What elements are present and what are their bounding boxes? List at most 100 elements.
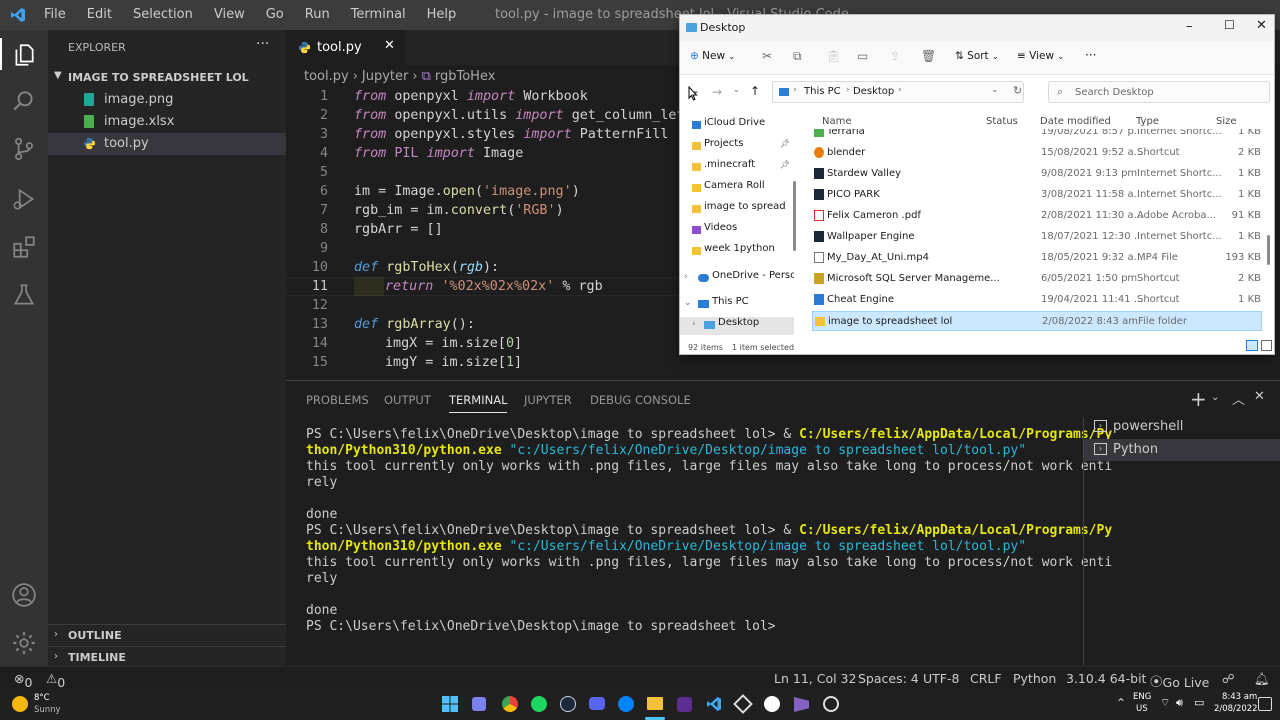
menu-selection[interactable]: Selection bbox=[133, 7, 193, 22]
terminal-item-python[interactable]: › Python bbox=[1084, 439, 1280, 461]
steam-icon[interactable] bbox=[560, 696, 576, 712]
volume-icon[interactable]: 🔊︎ bbox=[1176, 696, 1183, 710]
end-of-line[interactable]: CRLF bbox=[970, 671, 1002, 686]
language-mode[interactable]: Python bbox=[1013, 671, 1056, 686]
obs-icon[interactable] bbox=[823, 696, 839, 712]
column-type[interactable]: Type bbox=[1136, 116, 1159, 127]
file-row[interactable]: blender 15/08/2021 9:52 a... Shortcut 2 KB bbox=[812, 143, 1262, 163]
file-explorer-titlebar[interactable]: Desktop – ☐ ✕ bbox=[680, 15, 1274, 41]
tiles-view-icon[interactable] bbox=[1261, 340, 1272, 351]
new-button[interactable]: ⊕ New ⌄ bbox=[690, 50, 735, 62]
maximize-button[interactable]: ☐ bbox=[1224, 18, 1235, 32]
more-options-button[interactable]: ··· bbox=[1085, 48, 1096, 62]
menu-terminal[interactable]: Terminal bbox=[351, 7, 406, 22]
menu-help[interactable]: Help bbox=[427, 7, 457, 22]
menu-edit[interactable]: Edit bbox=[87, 7, 112, 22]
clock-time[interactable]: 8:43 am bbox=[1222, 692, 1257, 702]
tab-jupyter[interactable]: JUPYTER bbox=[524, 393, 572, 407]
windows-start-icon[interactable] bbox=[442, 696, 458, 712]
battery-icon[interactable]: ▭ bbox=[1194, 696, 1204, 709]
more-actions-icon[interactable]: ··· bbox=[256, 36, 269, 52]
source-control-icon[interactable] bbox=[11, 136, 37, 162]
column-name[interactable]: Name bbox=[822, 116, 852, 127]
share-icon[interactable]: ⇪ bbox=[890, 49, 900, 63]
chrome-icon[interactable] bbox=[502, 696, 518, 712]
indentation[interactable]: Spaces: 4 bbox=[858, 671, 919, 686]
up-arrow-icon[interactable]: ↑ bbox=[750, 84, 760, 98]
paste-icon[interactable]: 📋︎ bbox=[826, 49, 841, 63]
file-row[interactable]: Stardew Valley 9/08/2021 9:13 pm Internet … bbox=[812, 164, 1262, 184]
timeline-section[interactable]: › TIMELINE bbox=[48, 646, 286, 668]
file-row-selected[interactable]: image to spreadsheet lol 2/08/2022 8:43 a… bbox=[812, 311, 1262, 331]
chevron-down-icon[interactable]: ⌄ bbox=[991, 85, 999, 95]
breadcrumb-symbol[interactable]: rgbToHex bbox=[435, 69, 496, 84]
discord-icon[interactable] bbox=[589, 697, 605, 710]
tab-tool-py[interactable]: tool.py ✕ bbox=[286, 30, 406, 65]
rename-icon[interactable]: ▭ bbox=[857, 49, 868, 63]
keyboard-language[interactable]: ENG bbox=[1133, 692, 1151, 702]
path-desktop[interactable]: Desktop bbox=[853, 86, 894, 97]
recent-chevron-icon[interactable]: ⌄ bbox=[733, 85, 740, 94]
vscode-logo-icon[interactable] bbox=[10, 7, 26, 23]
account-icon[interactable] bbox=[11, 582, 37, 608]
notifications-bell-icon[interactable]: 🔔︎ bbox=[1254, 671, 1270, 687]
view-button[interactable]: ≡ View ⌄ bbox=[1017, 50, 1064, 62]
column-status[interactable]: Status bbox=[986, 116, 1018, 127]
file-row[interactable]: Terraria 19/08/2021 8:57 p... Internet Sho… bbox=[812, 129, 1262, 142]
errors-indicator[interactable]: ⊗ 0 bbox=[14, 671, 32, 690]
details-view-icon[interactable] bbox=[1246, 340, 1258, 351]
forward-arrow-icon[interactable]: → bbox=[712, 85, 722, 99]
breadcrumb-jupyter[interactable]: Jupyter bbox=[362, 69, 408, 84]
terminal-item-powershell[interactable]: › powershell bbox=[1084, 417, 1280, 439]
file-row[interactable]: PICO PARK 3/08/2021 11:58 a... Internet Sh… bbox=[812, 185, 1262, 205]
tab-debug-console[interactable]: DEBUG CONSOLE bbox=[590, 393, 691, 407]
encoding[interactable]: UTF-8 bbox=[923, 671, 959, 686]
file-explorer-taskbar-icon[interactable] bbox=[647, 697, 663, 710]
testing-flask-icon[interactable] bbox=[11, 282, 37, 308]
cut-icon[interactable]: ✂ bbox=[762, 49, 772, 63]
github-icon[interactable] bbox=[764, 696, 780, 712]
files-icon[interactable] bbox=[11, 42, 37, 68]
path-this-pc[interactable]: This PC bbox=[804, 86, 841, 97]
column-size[interactable]: Size bbox=[1216, 116, 1237, 127]
breadcrumb-file[interactable]: tool.py bbox=[304, 69, 349, 84]
new-terminal-plus-icon[interactable]: + bbox=[1190, 387, 1207, 411]
folder-header[interactable]: ▼ IMAGE TO SPREADSHEET LOL bbox=[48, 67, 286, 89]
menu-run[interactable]: Run bbox=[305, 7, 330, 22]
warnings-indicator[interactable]: ⚠ 0 bbox=[46, 671, 65, 690]
tray-chevron-icon[interactable]: ⌃ bbox=[1116, 696, 1126, 710]
tab-terminal[interactable]: TERMINAL bbox=[449, 393, 508, 413]
menu-file[interactable]: File bbox=[44, 7, 66, 22]
file-row[interactable]: Felix Cameron .pdf 2/08/2021 11:30 a... Ad… bbox=[812, 206, 1262, 226]
visual-studio-icon[interactable] bbox=[677, 697, 692, 712]
refresh-icon[interactable]: ↻ bbox=[1013, 84, 1022, 97]
search-icon[interactable] bbox=[11, 88, 37, 114]
maximize-panel-icon[interactable]: ︿ bbox=[1232, 389, 1245, 408]
file-row[interactable]: Microsoft SQL Server Manageme... 6/05/202… bbox=[812, 269, 1262, 289]
sort-button[interactable]: ⇅ Sort ⌄ bbox=[955, 50, 999, 62]
delete-icon[interactable]: 🗑︎ bbox=[921, 49, 936, 63]
file-row[interactable]: Wallpaper Engine 18/07/2021 12:30 ... Inte… bbox=[812, 227, 1262, 247]
chevron-down-icon[interactable]: ⌄ bbox=[1211, 392, 1219, 403]
menu-view[interactable]: View bbox=[214, 7, 245, 22]
cursor-position[interactable]: Ln 11, Col 32 bbox=[774, 671, 856, 686]
file-item-image-png[interactable]: image.png bbox=[48, 89, 286, 111]
feedback-icon[interactable]: ☍ bbox=[1222, 671, 1235, 686]
tab-problems[interactable]: PROBLEMS bbox=[306, 393, 369, 407]
settings-gear-icon[interactable] bbox=[11, 630, 37, 656]
close-button[interactable]: ✕ bbox=[1256, 18, 1267, 33]
unity-icon[interactable] bbox=[733, 694, 753, 714]
visual-studio-2-icon[interactable] bbox=[794, 697, 809, 712]
address-bar[interactable]: › This PC › Desktop › ⌄ ↻ bbox=[772, 81, 1024, 103]
tab-output[interactable]: OUTPUT bbox=[384, 393, 431, 407]
file-list-scrollbar[interactable] bbox=[1267, 235, 1270, 265]
terminal-output[interactable]: PS C:\Users\felix\OneDrive\Desktop\image… bbox=[306, 427, 1112, 635]
messenger-icon[interactable] bbox=[618, 696, 634, 712]
menu-go[interactable]: Go bbox=[266, 7, 284, 22]
copy-icon[interactable]: ⧉ bbox=[793, 49, 802, 64]
minimize-button[interactable]: – bbox=[1186, 19, 1193, 34]
file-item-image-xlsx[interactable]: image.xlsx bbox=[48, 111, 286, 133]
sun-weather-icon[interactable] bbox=[12, 696, 28, 712]
vscode-taskbar-icon[interactable] bbox=[706, 696, 722, 712]
code-editor[interactable]: 1 2 3 4 5 6 7 8 9 10 11 12 13 14 15 from… bbox=[286, 87, 680, 380]
